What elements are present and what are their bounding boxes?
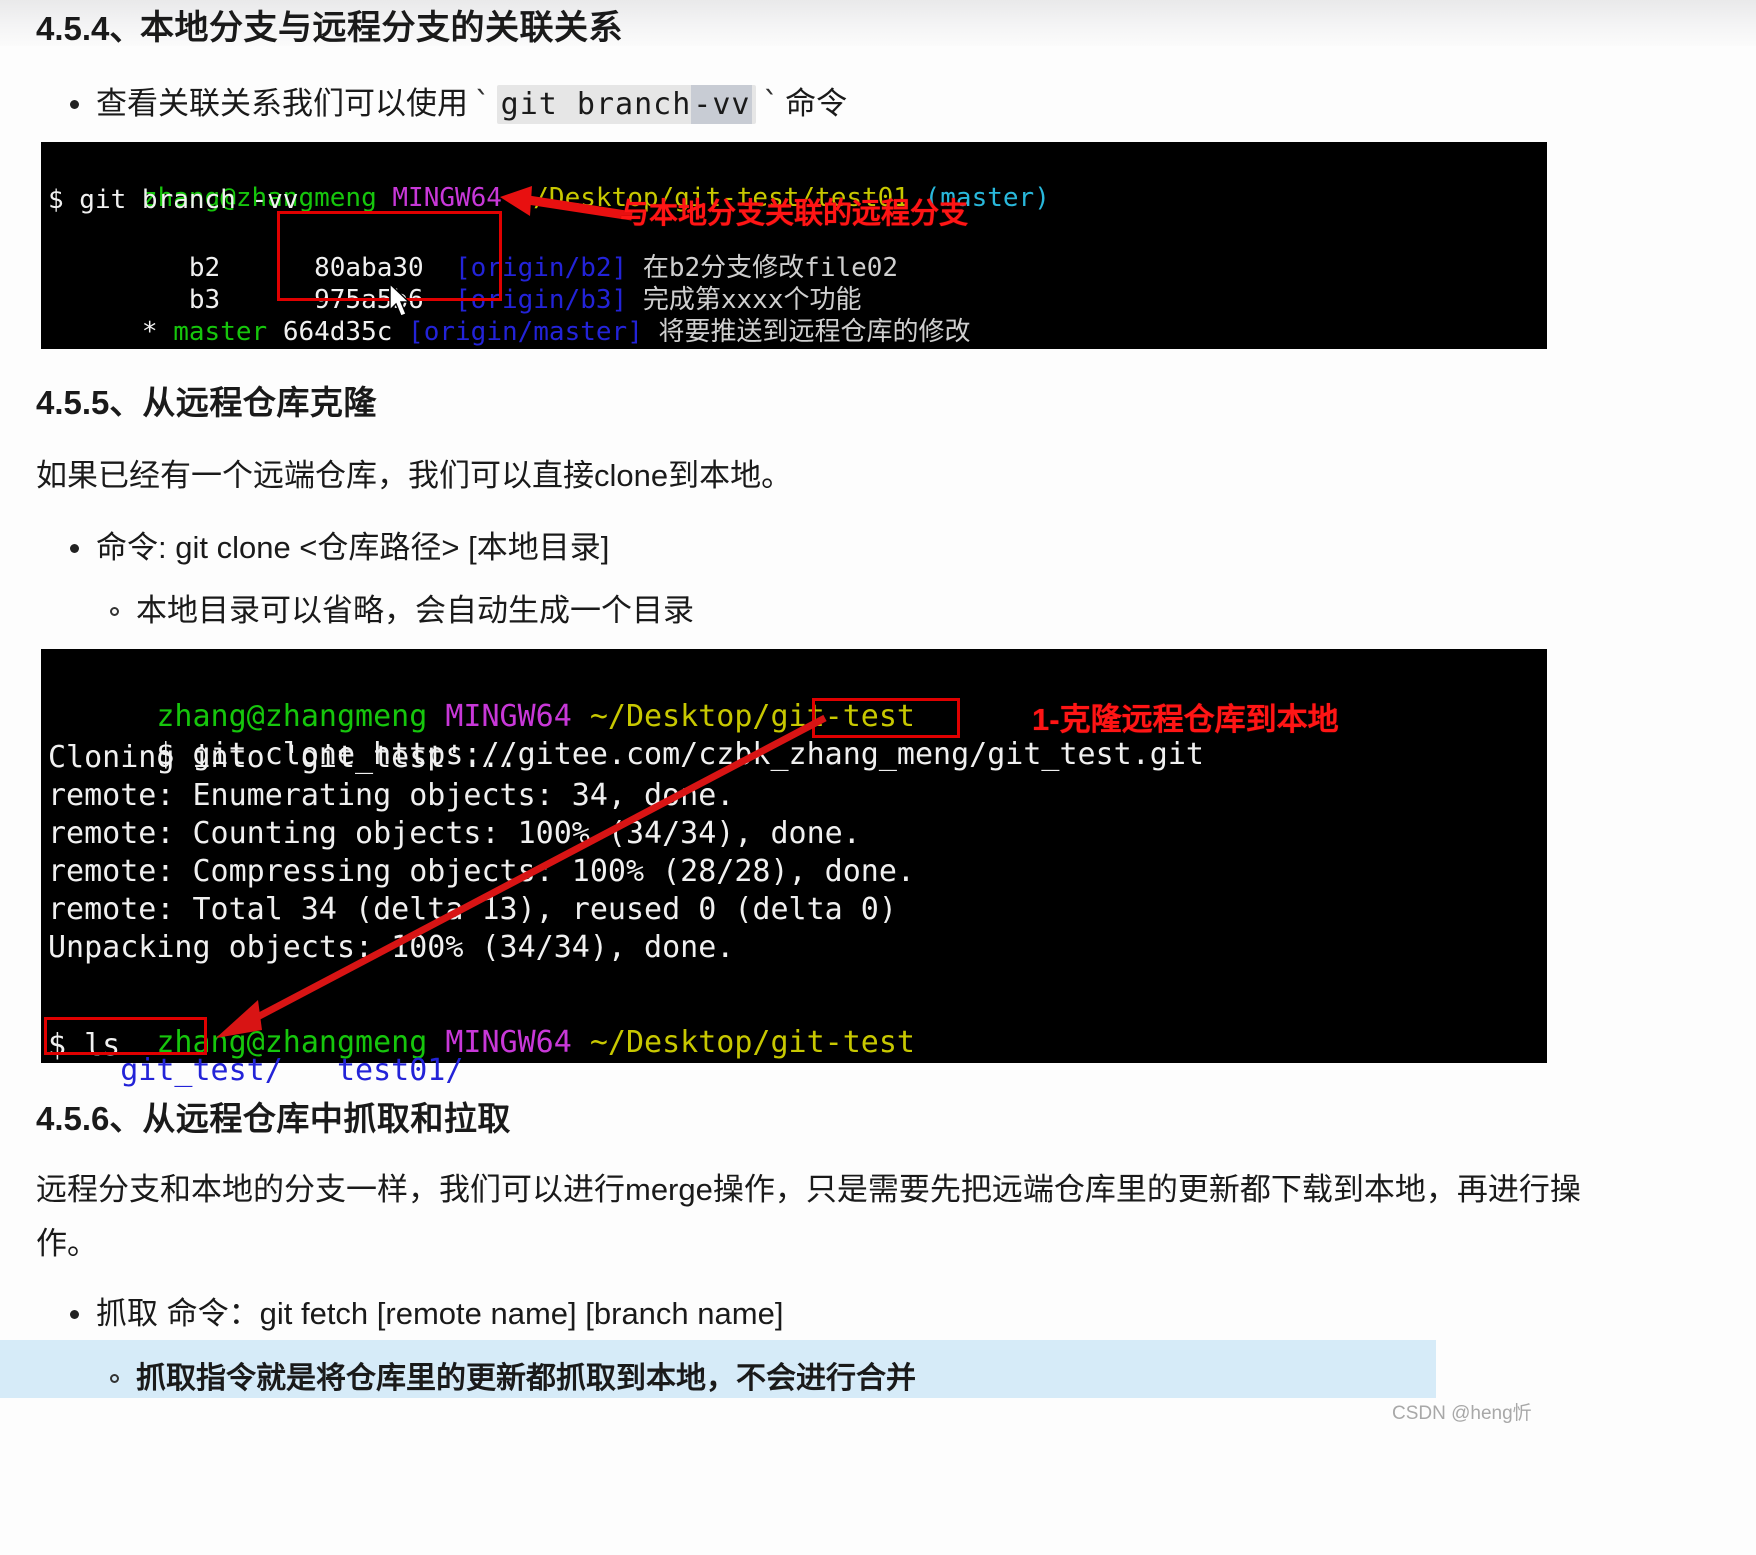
- bullet-fetch-command-label: 抓取 命令：git fetch [remote name] [branch na…: [96, 1296, 784, 1331]
- terminal-one-prompt-line-2: zhang@zhangmeng MINGW64 ~/Desktop/git-te…: [48, 326, 1050, 348]
- backtick-close: `: [761, 86, 781, 122]
- csdn-watermark: CSDN @heng忻: [1392, 1403, 1532, 1424]
- section-4-5-5-heading: 4.5.5、从远程仓库克隆: [36, 376, 377, 424]
- backtick-open: `: [473, 86, 492, 122]
- terminal-two-output-line: remote: Compressing objects: 100% (28/28…: [48, 854, 915, 889]
- ls-entry-existing-repo: test01/: [337, 1053, 464, 1088]
- terminal-screenshot-branch-vv: zhang@zhangmeng MINGW64 ~/Desktop/git-te…: [42, 143, 1546, 348]
- inline-code-git-branch-vv: git branch-vv: [496, 85, 757, 124]
- terminal-two-output-line: Cloning into 'git_test'...: [48, 740, 518, 775]
- ls-entry-cloned-repo: git_test/: [120, 1053, 283, 1088]
- terminal-two-output-line: remote: Counting objects: 100% (34/34), …: [48, 816, 861, 851]
- command-suffix: .git: [1131, 737, 1204, 772]
- annotation-text-upstream: 与本地分支关联的远程分支: [620, 198, 969, 230]
- prompt-shell: MINGW64: [445, 1025, 572, 1060]
- bullet-view-relation: 查看关联关系我们可以使用 ` git branch-vv ` 命令: [70, 78, 847, 124]
- terminal-two-output-line: remote: Total 34 (delta 13), reused 0 (d…: [48, 892, 897, 927]
- paragraph-fetch-intro-line-1: 远程分支和本地的分支一样，我们可以进行merge操作，只是需要先把远端仓库里的更…: [36, 1172, 1581, 1207]
- bullet-clone-command-sub-label: 本地目录可以省略，会自动生成一个目录: [136, 593, 694, 628]
- section-4-5-6-heading: 4.5.6、从远程仓库中抓取和拉取: [36, 1092, 511, 1140]
- bullet-view-relation-suffix: 命令: [785, 86, 848, 121]
- inline-code-flag: -vv: [691, 85, 753, 124]
- bullet-dot-icon: [70, 544, 79, 553]
- terminal-two-output-line: Unpacking objects: 100% (34/34), done.: [48, 930, 735, 965]
- prompt-shell: MINGW64: [392, 183, 502, 213]
- section-4-5-6-title: 从远程仓库中抓取和拉取: [142, 1100, 511, 1137]
- bullet-circle-icon: [110, 607, 119, 616]
- bullet-fetch-command-sub-label: 抓取指令就是将仓库里的更新都抓取到本地，不会进行合并: [136, 1362, 916, 1395]
- command-repo-name: git_test: [987, 737, 1132, 772]
- section-4-5-5-title: 从远程仓库克隆: [142, 384, 377, 421]
- terminal-one-command: $ git branch -vv: [48, 185, 299, 215]
- section-4-5-4-number: 4.5.4、: [36, 10, 143, 47]
- bullet-clone-command: 命令: git clone <仓库路径> [本地目录]: [70, 522, 609, 567]
- section-4-5-6-number: 4.5.6、: [36, 1100, 143, 1137]
- terminal-two-output-line: remote: Enumerating objects: 34, done.: [48, 778, 735, 813]
- bullet-dot-icon: [70, 100, 79, 109]
- section-4-5-5-number: 4.5.5、: [36, 384, 143, 421]
- section-4-5-4-title: 本地分支与远程分支的关联关系: [140, 9, 623, 47]
- paragraph-clone-intro: 如果已经有一个远端仓库，我们可以直接clone到本地。: [36, 458, 793, 493]
- bullet-dot-icon: [70, 1310, 79, 1319]
- inline-code-text: git branch: [500, 87, 692, 122]
- paragraph-fetch-intro-line-2: 作。: [36, 1226, 98, 1261]
- prompt-path: ~/Desktop/git-test: [589, 1025, 915, 1060]
- bullet-clone-command-label: 命令: git clone <仓库路径> [本地目录]: [96, 530, 610, 565]
- bullet-clone-command-sub: 本地目录可以省略，会自动生成一个目录: [110, 585, 694, 630]
- bullet-fetch-command-sub: 抓取指令就是将仓库里的更新都抓取到本地，不会进行合并: [110, 1353, 916, 1397]
- annotation-text-clone: 1-克隆远程仓库到本地: [1032, 702, 1339, 737]
- bullet-fetch-command: 抓取 命令：git fetch [remote name] [branch na…: [70, 1288, 783, 1333]
- bullet-circle-icon: [110, 1374, 119, 1383]
- bullet-view-relation-prefix: 查看关联关系我们可以使用: [96, 86, 468, 121]
- document-page: 4.5.4、 本地分支与远程分支的关联关系 查看关联关系我们可以使用 ` git…: [0, 0, 1756, 1555]
